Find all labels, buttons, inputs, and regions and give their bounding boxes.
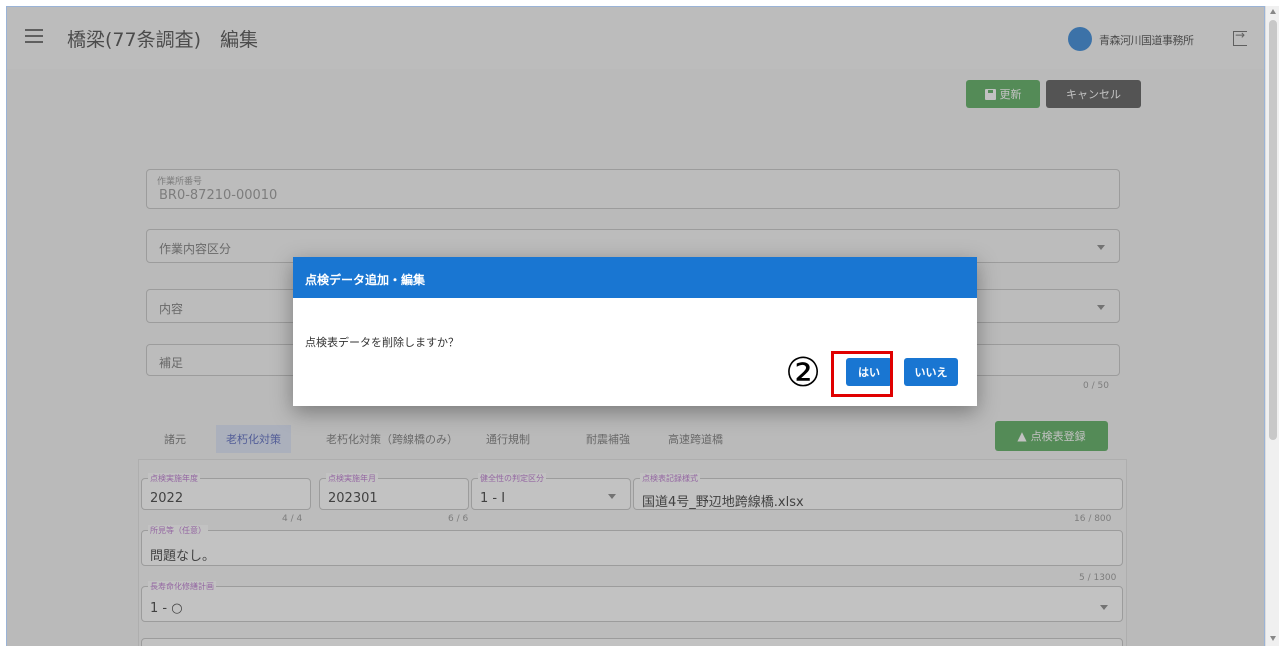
- dialog-message: 点検表データを削除しますか？: [305, 336, 459, 349]
- highlight-box: [831, 351, 893, 397]
- app-window: 橋梁(77条調査) 編集 青森河川国道事務所 更新 キャンセル 作業所番号 BR…: [6, 6, 1265, 646]
- no-button[interactable]: いいえ: [904, 358, 958, 386]
- vertical-scrollbar[interactable]: [1265, 6, 1279, 646]
- scroll-up-icon[interactable]: [1270, 9, 1276, 14]
- step-marker: ②: [774, 345, 832, 401]
- dialog-title: 点検データ追加・編集: [305, 273, 426, 287]
- scroll-thumb[interactable]: [1269, 20, 1277, 440]
- dialog-header: 点検データ追加・編集: [293, 257, 977, 298]
- no-button-label: いいえ: [914, 366, 948, 379]
- scroll-down-icon[interactable]: [1270, 636, 1276, 641]
